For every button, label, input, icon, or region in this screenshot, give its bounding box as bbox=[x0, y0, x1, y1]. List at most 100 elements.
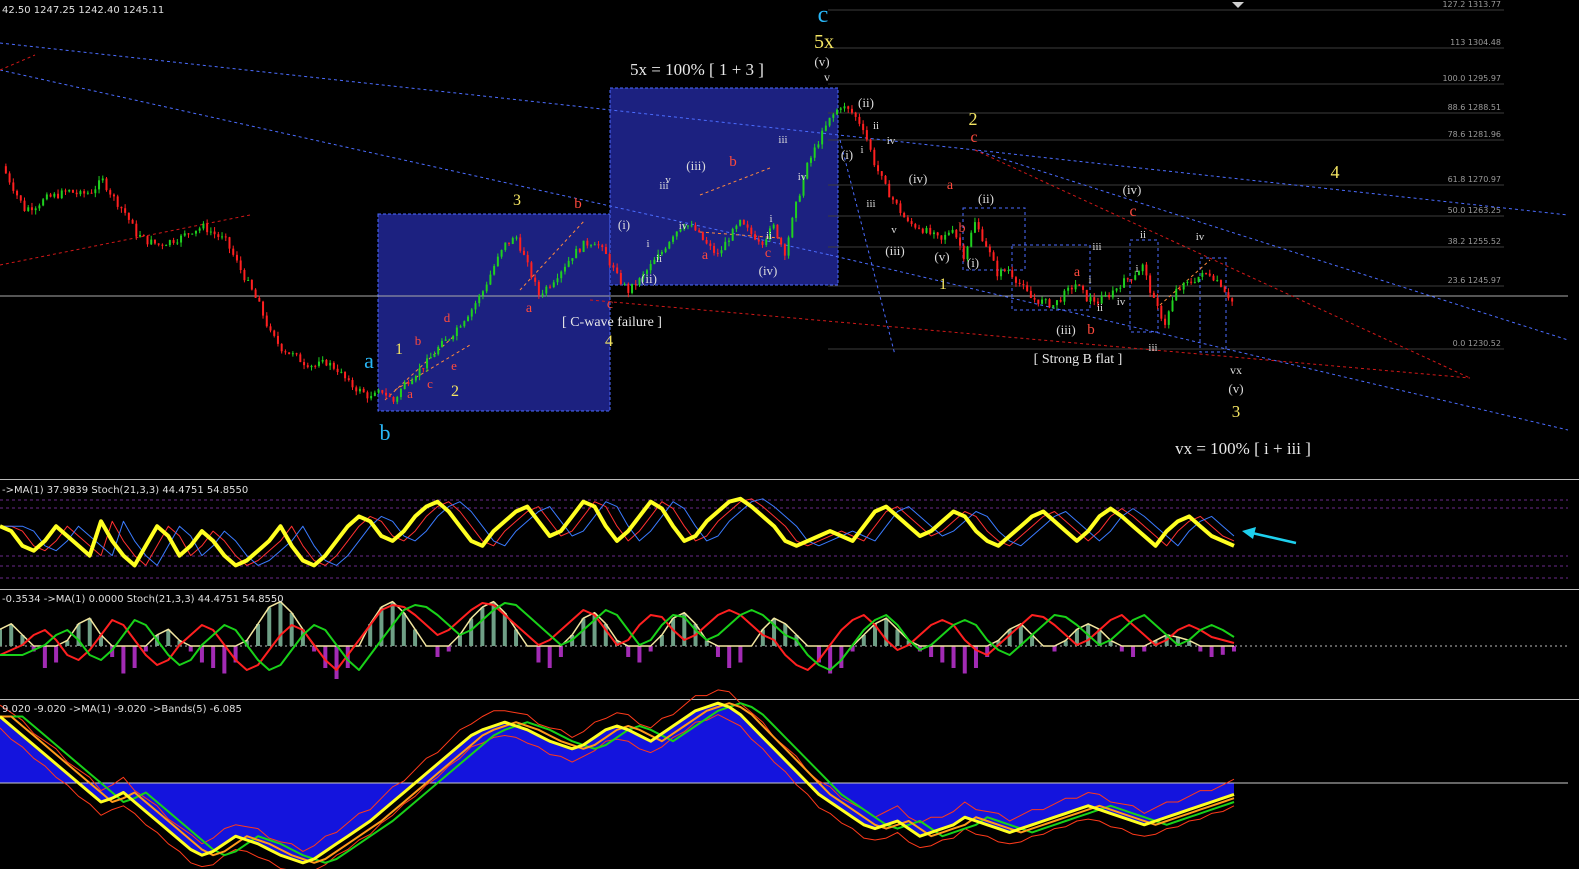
candle-body bbox=[988, 246, 991, 253]
candle-body bbox=[64, 190, 67, 192]
candle-body bbox=[381, 390, 384, 393]
candle-body bbox=[586, 240, 589, 246]
stoch2-label: -0.3534 ->MA(1) 0.0000 Stoch(21,3,3) 44.… bbox=[2, 594, 284, 605]
wave-label: e bbox=[451, 358, 457, 373]
candle-body bbox=[1108, 294, 1111, 298]
candle-body bbox=[623, 283, 626, 285]
candle-body bbox=[291, 353, 294, 355]
candle-body bbox=[53, 193, 56, 197]
candle-body bbox=[1212, 275, 1215, 281]
candle-body bbox=[440, 340, 443, 347]
candle-body bbox=[254, 289, 257, 298]
histogram-bar bbox=[289, 613, 294, 646]
candle-body bbox=[224, 236, 227, 238]
candle-body bbox=[1037, 299, 1040, 304]
candle-body bbox=[850, 108, 853, 113]
candle-body bbox=[209, 231, 212, 233]
wave-label: v bbox=[824, 70, 830, 84]
candle-body bbox=[537, 281, 540, 296]
wave-label: (i) bbox=[967, 255, 979, 270]
wave-label: a bbox=[526, 301, 533, 316]
candle-body bbox=[414, 376, 417, 381]
wave-label: i bbox=[1135, 263, 1138, 275]
candle-body bbox=[571, 258, 574, 261]
histogram-bar bbox=[121, 646, 126, 674]
candle-body bbox=[884, 175, 887, 184]
wave-label: 1 bbox=[939, 276, 947, 293]
wave-label: (i) bbox=[841, 147, 853, 162]
candle-body bbox=[1160, 305, 1163, 319]
candle-body bbox=[8, 173, 11, 183]
candle-body bbox=[910, 221, 913, 225]
candle-body bbox=[478, 295, 481, 304]
candle-body bbox=[172, 240, 175, 243]
candle-body bbox=[463, 321, 466, 327]
candle-body bbox=[23, 200, 26, 212]
candle-body bbox=[135, 223, 138, 237]
candle-body bbox=[541, 293, 544, 296]
candle-body bbox=[392, 397, 395, 402]
histogram-bar bbox=[648, 646, 653, 652]
candle-body bbox=[467, 316, 470, 322]
candle-body bbox=[429, 356, 432, 359]
candle-body bbox=[45, 194, 48, 200]
candle-body bbox=[258, 297, 261, 302]
candle-body bbox=[578, 248, 581, 252]
candle-body bbox=[757, 239, 760, 242]
fib-level-label: 0.0 1230.52 bbox=[1453, 339, 1501, 348]
candle-body bbox=[959, 237, 962, 246]
candle-body bbox=[150, 239, 153, 245]
candle-body bbox=[1007, 270, 1010, 272]
wave-label: 4 bbox=[605, 333, 613, 350]
candle-body bbox=[168, 240, 171, 246]
candle-body bbox=[962, 245, 965, 260]
candle-body bbox=[1197, 276, 1200, 282]
wave-label: vx bbox=[1230, 363, 1242, 377]
histogram-bar bbox=[9, 624, 14, 646]
bands-label: 9.020 -9.020 ->MA(1) -9.020 ->Bands(5) -… bbox=[2, 704, 242, 715]
candle-body bbox=[877, 165, 880, 172]
candle-body bbox=[698, 230, 701, 232]
wave-label: 4 bbox=[1331, 162, 1340, 182]
candle-body bbox=[288, 352, 291, 355]
fib-level-label: 78.6 1281.96 bbox=[1448, 130, 1501, 139]
candle-body bbox=[12, 182, 15, 191]
wave-label: 3 bbox=[1232, 402, 1241, 421]
wave-label: a bbox=[1074, 265, 1081, 280]
candle-body bbox=[340, 371, 343, 373]
candle-body bbox=[157, 243, 160, 245]
candle-body bbox=[973, 222, 976, 233]
candle-body bbox=[761, 241, 764, 245]
candle-body bbox=[575, 248, 578, 259]
wave-label: c bbox=[970, 129, 977, 146]
candle-body bbox=[198, 228, 201, 231]
candle-body bbox=[228, 237, 231, 249]
candle-body bbox=[90, 192, 93, 194]
candle-body bbox=[597, 244, 600, 246]
fib-level-label: 61.8 1270.97 bbox=[1448, 175, 1501, 184]
candle-body bbox=[1205, 272, 1208, 274]
candle-body bbox=[925, 227, 928, 233]
candle-body bbox=[1055, 300, 1058, 306]
candle-body bbox=[321, 359, 324, 362]
candle-body bbox=[358, 388, 361, 392]
wave-label: a bbox=[947, 178, 954, 193]
candle-body bbox=[422, 368, 425, 370]
wave-label: ii bbox=[656, 253, 662, 265]
candle-body bbox=[1026, 285, 1029, 291]
wave-label: (v) bbox=[814, 54, 829, 69]
candle-body bbox=[739, 219, 742, 226]
candle-body bbox=[836, 109, 839, 115]
wave-label: i bbox=[860, 144, 863, 156]
candle-body bbox=[388, 395, 391, 398]
candle-body bbox=[161, 244, 164, 246]
histogram-bar bbox=[42, 646, 47, 668]
price-readout: 42.50 1247.25 1242.40 1245.11 bbox=[2, 5, 164, 16]
candle-body bbox=[530, 262, 533, 278]
candle-body bbox=[239, 260, 242, 271]
candle-body bbox=[1078, 284, 1081, 286]
wave-label: b bbox=[574, 196, 582, 212]
candle-body bbox=[858, 116, 861, 124]
fib-level-label: 38.2 1255.52 bbox=[1448, 237, 1501, 246]
wave-label: a bbox=[364, 348, 374, 373]
